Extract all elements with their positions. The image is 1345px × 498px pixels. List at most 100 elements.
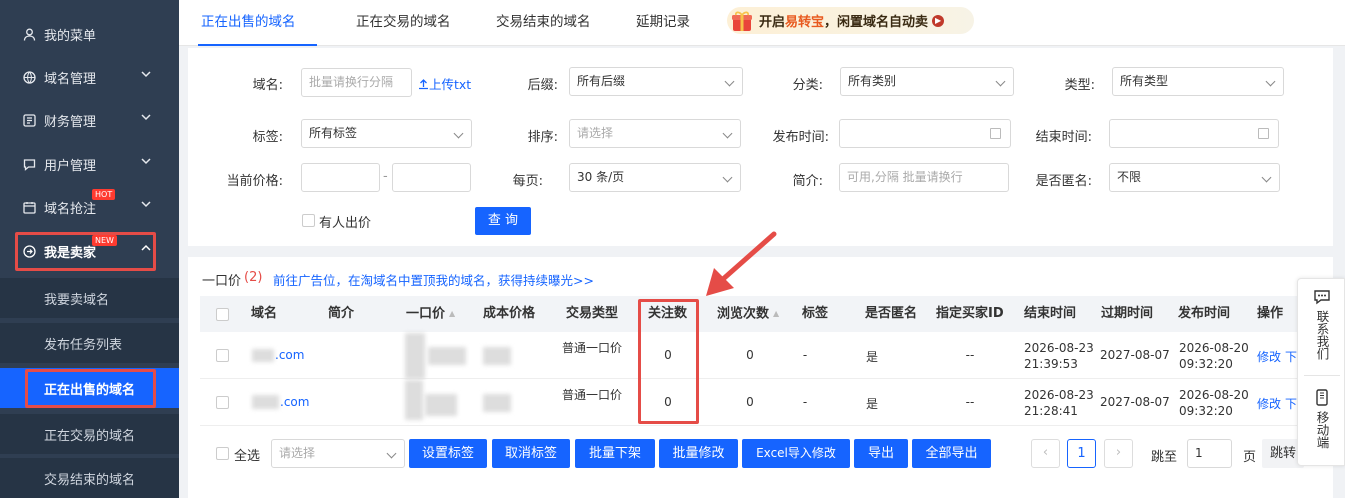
promo-text-post: ，闲置域名自动卖 (824, 15, 929, 30)
user-icon (22, 27, 36, 41)
col-tag: 标签 (802, 306, 829, 321)
chat-icon (22, 157, 36, 171)
select-all-checkbox[interactable] (216, 447, 229, 460)
row-publish-time: 2026-08-20 09:32:20 (1179, 340, 1251, 372)
ad-promo-link[interactable]: 前往广告位，在淘域名中置顶我的域名，获得持续曝光>> (273, 270, 594, 289)
tag-select[interactable]: 所有标签 (301, 119, 472, 148)
anonymous-select[interactable]: 不限 (1109, 163, 1280, 192)
col-end-time: 结束时间 (1024, 306, 1077, 321)
row-expire: 2027-08-07 (1100, 348, 1170, 362)
domain-input[interactable]: 批量请换行分隔 (301, 68, 412, 97)
row-tag: - (802, 395, 808, 409)
batch-edit-button[interactable]: 批量修改 (659, 439, 738, 468)
price-min-input[interactable] (301, 163, 380, 192)
row-trade-type: 普通一口价 (561, 341, 622, 355)
sort-icon: ▲ (449, 309, 456, 318)
calendar-icon (990, 128, 1001, 139)
page-unit-label: 页 (1243, 450, 1257, 465)
tab-extension-records[interactable]: 延期记录 (636, 0, 690, 46)
intro-input[interactable]: 可用,分隔 批量请换行 (839, 163, 1009, 192)
price-max-input[interactable] (392, 163, 471, 192)
sidebar-item-finance-management[interactable]: 财务管理 (0, 100, 179, 140)
contact-us-button[interactable]: 联系我们 (1298, 289, 1345, 363)
price-blur (428, 347, 466, 365)
category-select[interactable]: 所有类别 (840, 67, 1014, 96)
suffix-select[interactable]: 所有后缀 (569, 67, 743, 96)
sort-select-placeholder: 请选择 (577, 126, 614, 140)
sidebar-item-label: 域名抢注 (44, 201, 97, 217)
row-anonymous: 是 (865, 350, 878, 364)
row-publish-time: 2026-08-20 09:32:20 (1179, 387, 1251, 419)
col-expire-time: 过期时间 (1101, 306, 1154, 321)
sidebar-sub-in-trade[interactable]: 正在交易的域名 (0, 414, 179, 454)
publish-time-picker[interactable] (839, 119, 1011, 148)
excel-import-edit-button[interactable]: Excel导入修改 (742, 439, 850, 468)
jump-page-input[interactable]: 1 (1187, 439, 1232, 468)
mobile-button[interactable]: 移动端 (1298, 389, 1345, 452)
chevron-down-icon (141, 71, 151, 78)
cancel-tag-button[interactable]: 取消标签 (492, 439, 570, 468)
contact-us-label: 联系我们 (1314, 310, 1330, 360)
prev-page-button[interactable]: ‹ (1031, 439, 1060, 468)
table-row: .com 普通一口价 0 0 - 是 -- 2026-08-23 21:28:41… (200, 380, 1305, 426)
chevron-down-icon (722, 172, 733, 183)
row-checkbox[interactable] (216, 396, 229, 409)
row-end-clock: 21:39:53 (1024, 357, 1078, 371)
row-views: 0 (746, 395, 754, 409)
col-trade-type: 交易类型 (566, 306, 619, 321)
row-offline-link[interactable]: 下 (1285, 395, 1297, 412)
per-page-select[interactable]: 30 条/页 (569, 163, 741, 192)
chevron-down-icon (386, 448, 397, 459)
tab-in-trade[interactable]: 正在交易的域名 (356, 0, 451, 46)
batch-offline-button[interactable]: 批量下架 (575, 439, 655, 468)
col-anonymous: 是否匿名 (865, 306, 918, 321)
tab-on-sale[interactable]: 正在出售的域名 (198, 0, 317, 46)
sidebar-item-my-menu[interactable]: 我的菜单 (0, 14, 179, 54)
sidebar-sub-on-sale[interactable]: 正在出售的域名 (0, 368, 179, 408)
chevron-down-icon (724, 76, 735, 87)
col-publish-time: 发布时间 (1178, 306, 1231, 321)
col-fixed-price[interactable]: 一口价 ▲ (406, 296, 455, 332)
tab-trade-ended[interactable]: 交易结束的域名 (496, 0, 591, 46)
sidebar-item-domain-management[interactable]: 域名管理 (0, 57, 179, 97)
sidebar-item-user-management[interactable]: 用户管理 (0, 144, 179, 184)
tag-label: 标签: (252, 130, 283, 145)
page-1-button[interactable]: 1 (1067, 439, 1096, 468)
next-page-button[interactable]: › (1104, 439, 1133, 468)
row-offline-link[interactable]: 下 (1285, 348, 1297, 365)
row-checkbox[interactable] (216, 349, 229, 362)
sidebar-sub-sell-domain[interactable]: 我要卖域名 (0, 278, 179, 318)
export-button[interactable]: 导出 (854, 439, 908, 468)
float-divider (1304, 375, 1340, 376)
chevron-down-icon (141, 114, 151, 121)
sort-select[interactable]: 请选择 (569, 119, 741, 148)
col-views-label: 浏览次数 (717, 306, 770, 322)
col-intro: 简介 (328, 306, 355, 321)
sidebar-sub-label: 发布任务列表 (44, 337, 123, 353)
sidebar-item-domain-snapping[interactable]: 域名抢注 (0, 187, 179, 227)
set-tag-button[interactable]: 设置标签 (409, 439, 487, 468)
sidebar-sub-label: 正在出售的域名 (44, 382, 136, 398)
sidebar-sub-task-list[interactable]: 发布任务列表 (0, 323, 179, 363)
upload-txt-link[interactable]: 上传txt (418, 74, 471, 93)
sidebar-sub-label: 正在交易的域名 (44, 428, 136, 444)
promo-banner[interactable]: 开启 易转宝 ，闲置域名自动卖 ▶ (727, 7, 974, 34)
select-all-header-checkbox[interactable] (216, 308, 229, 321)
sidebar-item-i-am-seller[interactable]: 我是卖家 (0, 231, 179, 271)
sidebar-item-label: 用户管理 (44, 158, 97, 174)
query-button[interactable]: 查 询 (475, 207, 531, 235)
sidebar-item-label: 域名管理 (44, 71, 97, 87)
row-domain-link[interactable]: .com (280, 395, 309, 409)
price-blur (405, 333, 425, 379)
row-edit-link[interactable]: 修改 (1257, 395, 1281, 412)
export-all-button[interactable]: 全部导出 (912, 439, 991, 468)
row-edit-link[interactable]: 修改 (1257, 348, 1281, 365)
sidebar-sub-trade-ended[interactable]: 交易结束的域名 (0, 458, 179, 498)
type-select[interactable]: 所有类型 (1112, 67, 1284, 96)
end-time-picker[interactable] (1109, 119, 1279, 148)
row-anonymous: 是 (865, 397, 878, 411)
row-domain-link[interactable]: .com (275, 348, 304, 362)
has-bid-checkbox[interactable] (302, 214, 315, 227)
publish-time-label: 发布时间: (772, 130, 829, 145)
batch-action-select[interactable]: 请选择 (271, 439, 405, 468)
